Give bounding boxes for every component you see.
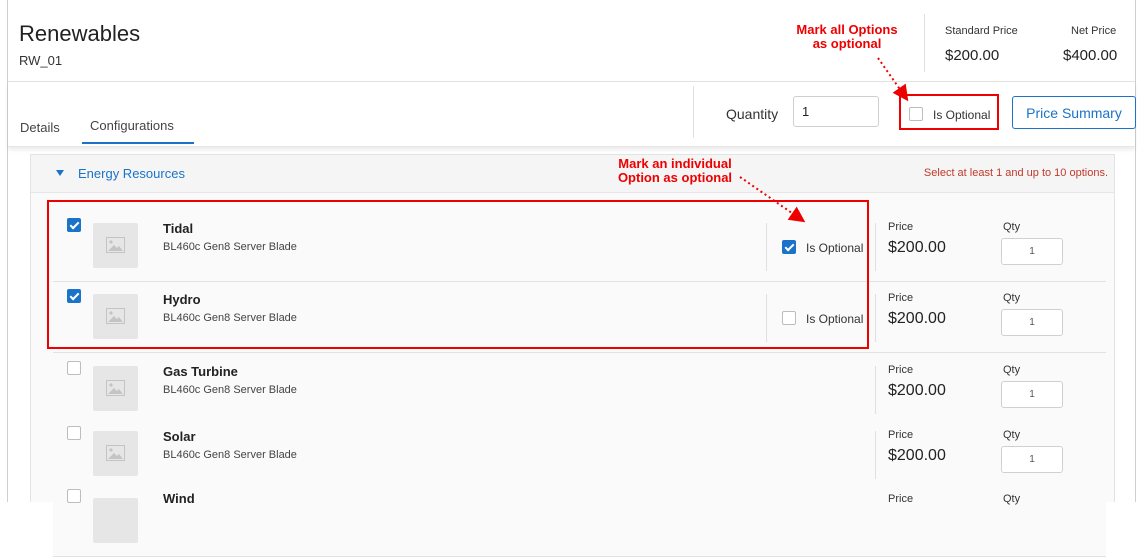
row-divider	[766, 294, 767, 342]
option-price-label: Price	[888, 364, 914, 376]
tab-details[interactable]: Details	[20, 120, 60, 135]
option-qty-input[interactable]	[1001, 238, 1063, 265]
option-name: Tidal	[163, 221, 194, 236]
option-qty-label: Qty	[1003, 221, 1021, 233]
option-is-optional-label: Is Optional	[806, 241, 864, 255]
image-placeholder-icon	[93, 294, 138, 339]
option-select-checkbox[interactable]	[67, 361, 81, 375]
active-tab-indicator	[82, 142, 194, 144]
option-name: Gas Turbine	[163, 364, 238, 379]
tabs-toolbar: Details Configurations Quantity Is Optio…	[8, 82, 1136, 147]
header-divider	[924, 14, 925, 72]
option-qty-label: Qty	[1003, 429, 1021, 441]
option-is-optional-checkbox[interactable]	[782, 240, 796, 254]
option-qty-input[interactable]	[1001, 309, 1063, 336]
standard-price-label: Standard Price	[945, 25, 1018, 37]
option-qty-input[interactable]	[1001, 381, 1063, 408]
group-title[interactable]: Energy Resources	[78, 166, 185, 181]
net-price-label: Net Price	[1071, 25, 1117, 37]
image-placeholder-icon	[93, 498, 138, 543]
option-price-label: Price	[888, 221, 914, 233]
is-optional-all-checkbox[interactable]	[909, 107, 923, 121]
option-price-label: Price	[888, 493, 914, 505]
standard-price-value: $200.00	[945, 47, 1000, 64]
option-name: Hydro	[163, 292, 201, 307]
product-code: RW_01	[19, 53, 63, 68]
quantity-label: Quantity	[726, 106, 779, 122]
option-price-label: Price	[888, 429, 914, 441]
option-select-checkbox[interactable]	[67, 289, 81, 303]
product-header: Renewables RW_01 Standard Price $200.00 …	[8, 0, 1135, 82]
group-selection-rule: Select at least 1 and up to 10 options.	[923, 167, 1108, 179]
net-price-value: $400.00	[1063, 47, 1118, 64]
option-description: BL460c Gen8 Server Blade	[163, 241, 297, 253]
row-divider	[875, 431, 876, 479]
row-divider	[766, 223, 767, 271]
tab-configurations[interactable]: Configurations	[90, 118, 174, 133]
row-divider	[875, 294, 876, 342]
row-divider	[875, 366, 876, 414]
option-row-hydro: Hydro BL460c Gen8 Server Blade Is Option…	[53, 282, 1106, 353]
option-is-optional-checkbox[interactable]	[782, 311, 796, 325]
option-is-optional-label: Is Optional	[806, 312, 864, 326]
quantity-input[interactable]	[793, 96, 879, 127]
option-description: BL460c Gen8 Server Blade	[163, 449, 297, 461]
option-description: BL460c Gen8 Server Blade	[163, 312, 297, 324]
row-divider	[875, 223, 876, 271]
option-select-checkbox[interactable]	[67, 218, 81, 232]
option-select-checkbox[interactable]	[67, 489, 81, 503]
option-qty-label: Qty	[1003, 364, 1021, 376]
option-price: $200.00	[888, 447, 946, 464]
option-qty-label: Qty	[1003, 292, 1021, 304]
option-name: Wind	[163, 491, 195, 506]
option-price: $200.00	[888, 310, 946, 327]
option-price: $200.00	[888, 239, 946, 256]
group-header[interactable]: Energy Resources Select at least 1 and u…	[31, 155, 1114, 193]
option-select-checkbox[interactable]	[67, 426, 81, 440]
price-summary-button[interactable]: Price Summary	[1012, 96, 1136, 129]
toolbar-divider	[693, 86, 694, 138]
option-name: Solar	[163, 429, 196, 444]
annotation-all-options: Mark all Options as optional	[796, 22, 898, 51]
option-price-label: Price	[888, 292, 914, 304]
option-qty-label: Qty	[1003, 493, 1021, 505]
option-row-wind: Wind Price Qty	[53, 486, 1106, 557]
annotation-individual-option: Mark an individual Option as optional	[617, 156, 733, 185]
option-row-tidal: Tidal BL460c Gen8 Server Blade Is Option…	[53, 211, 1106, 282]
is-optional-all-label: Is Optional	[933, 108, 991, 122]
image-placeholder-icon	[93, 431, 138, 476]
option-row-gas-turbine: Gas Turbine BL460c Gen8 Server Blade Pri…	[53, 354, 1106, 425]
image-placeholder-icon	[93, 223, 138, 268]
options-panel: Energy Resources Select at least 1 and u…	[30, 154, 1115, 557]
caret-down-icon[interactable]	[56, 170, 64, 176]
option-description: BL460c Gen8 Server Blade	[163, 384, 297, 396]
option-row-solar: Solar BL460c Gen8 Server Blade Price $20…	[53, 419, 1106, 490]
option-qty-input[interactable]	[1001, 446, 1063, 473]
option-price: $200.00	[888, 382, 946, 399]
product-title: Renewables	[19, 21, 141, 46]
image-placeholder-icon	[93, 366, 138, 411]
